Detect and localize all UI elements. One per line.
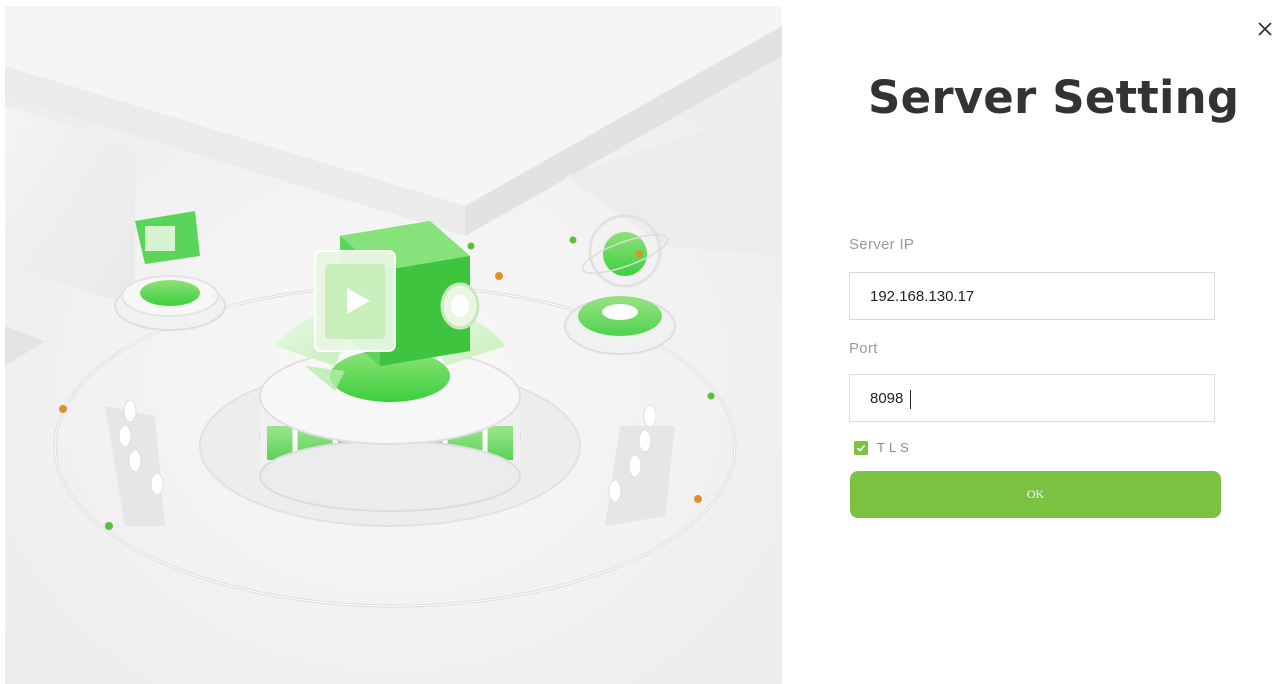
server-ip-field-box[interactable] (849, 272, 1215, 320)
ok-button[interactable]: OK (850, 471, 1221, 518)
camera-server-illustration (5, 6, 782, 684)
close-button[interactable] (1256, 20, 1274, 38)
checkmark-icon (856, 444, 866, 452)
tls-label: TLS (877, 440, 913, 455)
port-label: Port (849, 340, 878, 357)
text-caret (910, 390, 911, 409)
server-ip-label: Server IP (849, 236, 915, 253)
page-title: Server Setting (868, 71, 1240, 124)
tls-checkbox-box[interactable] (854, 440, 868, 455)
server-ip-input[interactable] (870, 273, 1214, 319)
close-icon (1258, 22, 1272, 36)
port-input[interactable] (870, 375, 1214, 421)
port-field-box[interactable] (849, 374, 1215, 422)
server-setting-window: Server Setting Server IP Port TLS OK (0, 0, 1282, 684)
tls-checkbox[interactable]: TLS (854, 440, 913, 455)
